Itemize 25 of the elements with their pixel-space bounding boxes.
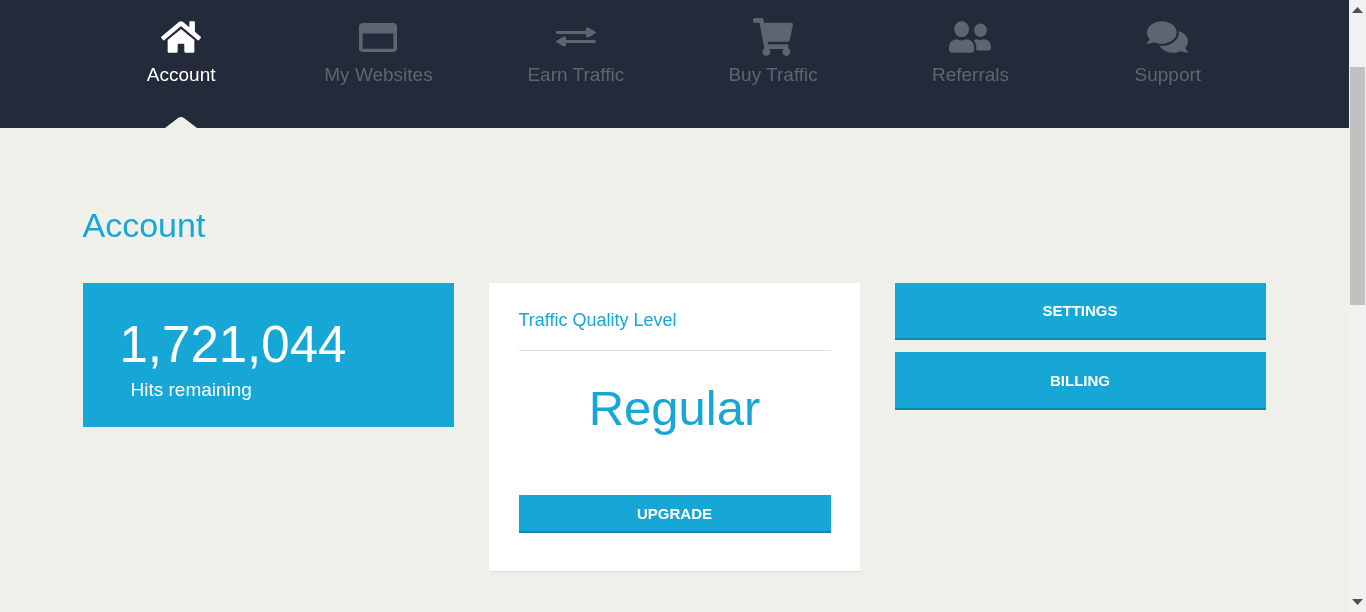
scrollbar-thumb[interactable] — [1350, 67, 1365, 305]
nav-tab[interactable]: Buy Traffic — [674, 0, 872, 128]
chat-bubbles-icon — [1147, 19, 1189, 55]
nav-tab[interactable]: Account — [82, 0, 280, 128]
scroll-up-icon[interactable] — [1352, 7, 1363, 13]
upgrade-button[interactable]: UPGRADE — [518, 495, 831, 533]
browser-window-icon — [359, 20, 398, 54]
nav-tab[interactable]: Earn Traffic — [477, 0, 675, 128]
nav-tab[interactable]: Support — [1069, 0, 1267, 128]
active-tab-pointer-icon — [165, 117, 198, 128]
quality-title: Traffic Quality Level — [518, 309, 677, 331]
scrollbar[interactable] — [1349, 0, 1366, 612]
nav-tab[interactable]: My Websites — [279, 0, 478, 128]
hits-count: 1,721,044 — [119, 317, 347, 373]
quality-level: Regular — [588, 380, 761, 436]
nav-tab[interactable]: Referrals — [871, 0, 1070, 128]
hits-label: Hits remaining — [130, 378, 252, 402]
home-icon — [161, 19, 202, 55]
action-button[interactable]: SETTINGS — [894, 283, 1266, 340]
users-icon — [949, 19, 992, 55]
left-right-arrows-icon — [555, 25, 596, 49]
page-title: Account — [82, 205, 206, 245]
scroll-down-icon[interactable] — [1352, 599, 1363, 605]
cart-icon — [753, 18, 794, 56]
action-button[interactable]: BILLING — [894, 352, 1266, 410]
